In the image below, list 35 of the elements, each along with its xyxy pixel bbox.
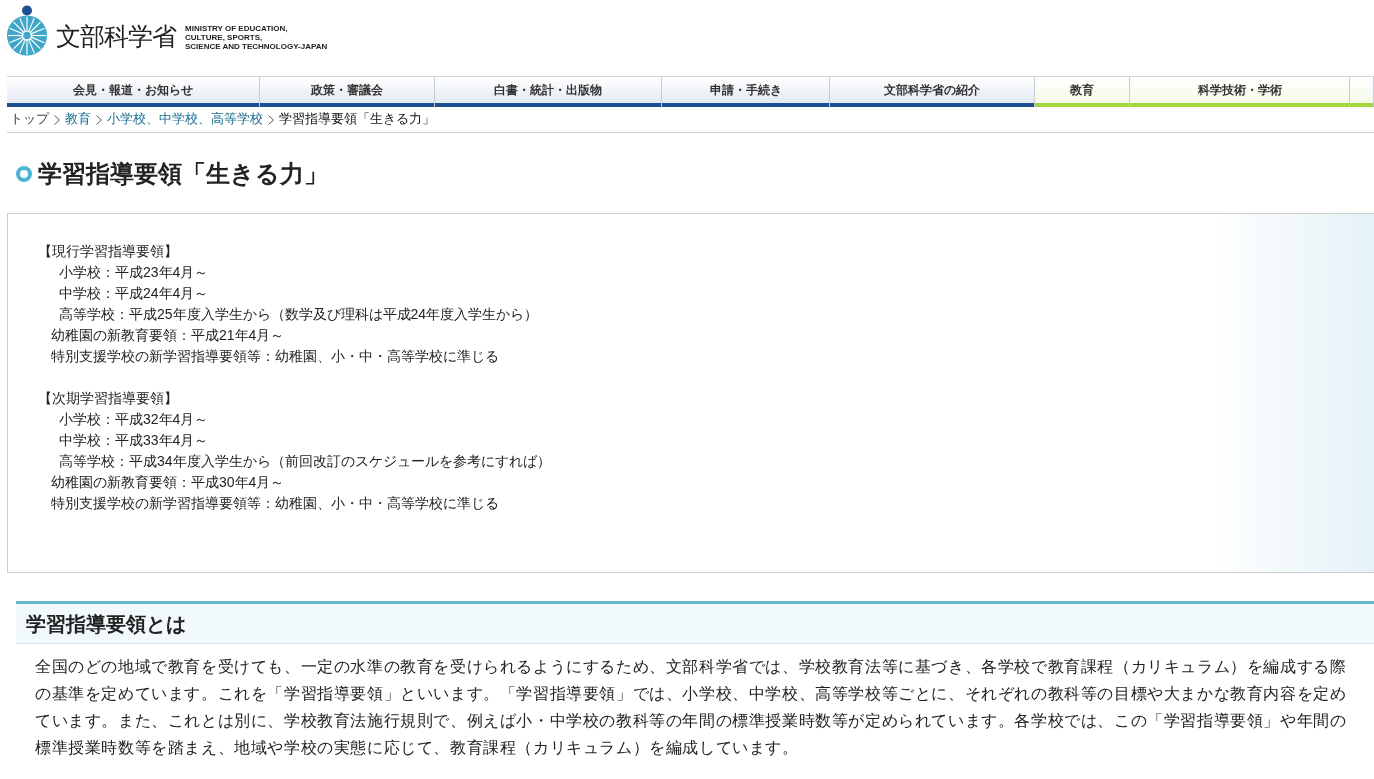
schedule-line: 高等学校：平成34年度入学生から（前回改訂のスケジュールを参考にすれば） (59, 453, 551, 469)
section-paragraph: 全国のどの地域で教育を受けても、一定の水準の教育を受けられるようにするため、文部科学省では、学校教育法等に基づき、各学校で教育課程（カリキュラム）を編成する際の基準を定めています。これを「学習指導要領」といいます。「学習指導要領」では、小学校、中学校、高等学校等ごとに、それぞれの教科等の目標や大まかな教育内容を定めています。また、これとは別に、学校教育法施行規則で、例えば小・中学校の教科等の年間の標準授業時数等が定められています。各学校では、この「学習指導要領」や年間の標準授業時数等を踏まえ、地域や学校の実態に応じて、教育課程（カリキュラム）を編成しています。 (35, 657, 1348, 758)
nav-tab[interactable]: 政策・審議会 (260, 76, 435, 107)
schedule-line: 中学校：平成24年4月～ (59, 285, 209, 301)
schedule-line: 特別支援学校の新学習指導要領等：幼稚園、小・中・高等学校に準じる (51, 348, 499, 364)
nav-tab[interactable]: 白書・統計・出版物 (435, 76, 662, 107)
schedule-line: 特別支援学校の新学習指導要領等：幼稚園、小・中・高等学校に準じる (51, 495, 499, 511)
page-title: 学習指導要領「生きる力」 (38, 159, 328, 189)
schedule-line: 中学校：平成33年4月～ (59, 432, 209, 448)
schedule-line: 小学校：平成32年4月～ (59, 411, 209, 427)
nav-tab[interactable]: 教育 (1035, 76, 1130, 107)
schedule-heading: 【現行学習指導要領】 (38, 242, 178, 261)
schedule-heading: 【次期学習指導要領】 (38, 389, 178, 408)
nav-tab[interactable]: 会見・報道・お知らせ (7, 76, 260, 107)
logo-tagline: MINISTRY OF EDUCATION, (185, 24, 289, 33)
schedule-line: 高等学校：平成25年度入学生から（数学及び理科は平成24年度入学生から） (59, 306, 539, 322)
nav-tab[interactable]: 科学技術・学術 (1130, 76, 1350, 107)
ring-bullet-icon (16, 166, 32, 182)
logo-tagline: SCIENCE AND TECHNOLOGY-JAPAN (185, 42, 328, 51)
section-heading: 学習指導要領とは (26, 611, 186, 637)
schedule-line: 小学校：平成23年4月～ (59, 264, 209, 280)
logo-icon[interactable] (6, 5, 48, 56)
nav-tab[interactable]: 申請・手続き (662, 76, 830, 107)
schedule-line: 幼稚園の新教育要領：平成30年4月～ (51, 474, 285, 490)
logo-wordmark[interactable]: 文部科学省 (56, 21, 176, 51)
chevron-right-icon (268, 114, 274, 125)
breadcrumb-link[interactable]: 小学校、中学校、高等学校 (107, 110, 263, 129)
chevron-right-icon (96, 114, 102, 125)
breadcrumb-link[interactable]: トップ (10, 110, 49, 129)
schedule-line: 幼稚園の新教育要領：平成21年4月～ (51, 327, 285, 343)
breadcrumb-current: 学習指導要領「生きる力」 (279, 111, 435, 129)
nav-tab[interactable]: 文部科学省の紹介 (830, 76, 1035, 107)
breadcrumb-link[interactable]: 教育 (65, 110, 91, 129)
logo-tagline: CULTURE, SPORTS, (185, 33, 264, 42)
chevron-right-icon (54, 114, 60, 125)
